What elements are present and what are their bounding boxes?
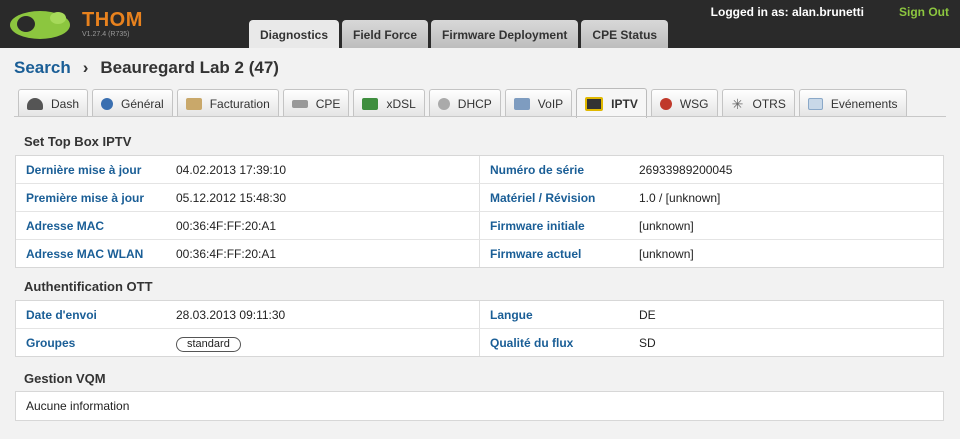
- table-row: Première mise à jour 05.12.2012 15:48:30…: [16, 184, 943, 212]
- subtab-facturation[interactable]: Facturation: [176, 89, 279, 117]
- field-label: Première mise à jour: [26, 191, 145, 205]
- table-row: Adresse MAC 00:36:4F:FF:20:A1 Firmware i…: [16, 212, 943, 240]
- group-badge: standard: [176, 337, 241, 352]
- subtab-label: VoIP: [537, 96, 564, 111]
- vqm-info-box: Aucune information: [15, 391, 944, 421]
- section-title-vqm: Gestion VQM: [24, 371, 106, 386]
- field-value: 26933989200045: [639, 163, 733, 177]
- field-value: [unknown]: [639, 247, 694, 261]
- table-row: Dernière mise à jour 04.02.2013 17:39:10…: [16, 156, 943, 184]
- main-tabs: Diagnostics Field Force Firmware Deploym…: [249, 20, 669, 48]
- subtab-general[interactable]: Général: [92, 89, 173, 117]
- column-divider: [479, 329, 480, 356]
- field-value: 04.02.2013 17:39:10: [176, 163, 287, 177]
- breadcrumb-search-link[interactable]: Search: [14, 58, 71, 77]
- subtab-label: Dash: [51, 96, 80, 111]
- sub-tabs: Dash Général Facturation CPE xDSL DHCP V…: [18, 88, 907, 118]
- sign-out-link[interactable]: Sign Out: [899, 5, 949, 19]
- field-label: Matériel / Révision: [490, 191, 596, 205]
- subtab-label: DHCP: [457, 96, 492, 111]
- breadcrumb-separator: ›: [82, 58, 89, 77]
- chip-icon: [362, 97, 379, 110]
- field-value: SD: [639, 336, 656, 350]
- column-divider: [479, 212, 480, 239]
- field-label: Dernière mise à jour: [26, 163, 142, 177]
- subtab-dash[interactable]: Dash: [18, 89, 89, 117]
- column-divider: [479, 301, 480, 328]
- subtab-iptv[interactable]: IPTV: [576, 88, 647, 118]
- table-row: Groupes standard Qualité du flux SD: [16, 329, 943, 356]
- logged-in-user: Logged in as: alan.brunetti: [710, 5, 864, 19]
- subtab-label: Général: [121, 96, 164, 111]
- subtab-label: IPTV: [611, 96, 638, 111]
- tab-firmware-deployment[interactable]: Firmware Deployment: [431, 20, 579, 48]
- group-badge-wrap: standard: [176, 336, 241, 352]
- globe-icon: [659, 97, 672, 110]
- breadcrumb: Search › Beauregard Lab 2 (47): [14, 58, 279, 78]
- breadcrumb-current: Beauregard Lab 2 (47): [100, 58, 279, 77]
- field-value: [unknown]: [639, 219, 694, 233]
- field-label: Firmware actuel: [490, 247, 582, 261]
- field-value: 00:36:4F:FF:20:A1: [176, 247, 277, 261]
- gear-icon: [437, 97, 450, 110]
- vqm-empty-text: Aucune information: [26, 399, 130, 413]
- field-label: Date d'envoi: [26, 308, 97, 322]
- tab-cpe-status[interactable]: CPE Status: [581, 20, 669, 48]
- field-value: 1.0 / [unknown]: [639, 191, 721, 205]
- field-value: DE: [639, 308, 656, 322]
- thom-logo-icon: [10, 11, 70, 39]
- star-icon: ✳: [731, 95, 744, 112]
- subtab-label: CPE: [315, 96, 341, 111]
- field-label: Firmware initiale: [490, 219, 585, 233]
- column-divider: [479, 184, 480, 211]
- section-title-stb: Set Top Box IPTV: [24, 134, 132, 149]
- subtab-wsg[interactable]: WSG: [650, 89, 718, 117]
- subtab-label: Facturation: [209, 96, 270, 111]
- column-divider: [479, 240, 480, 267]
- subtab-dhcp[interactable]: DHCP: [428, 89, 501, 117]
- field-label: Groupes: [26, 336, 76, 350]
- tab-field-force[interactable]: Field Force: [342, 20, 429, 48]
- field-label: Adresse MAC: [26, 219, 105, 233]
- invoice-icon: [185, 97, 202, 110]
- app-title: THOM: [82, 9, 143, 31]
- field-label: Langue: [490, 308, 533, 322]
- app-version: V1.27.4 (R735): [82, 31, 130, 38]
- table-row: Adresse MAC WLAN 00:36:4F:FF:20:A1 Firmw…: [16, 240, 943, 267]
- user-icon: [101, 97, 114, 110]
- column-divider: [479, 156, 480, 183]
- tab-diagnostics[interactable]: Diagnostics: [249, 20, 340, 48]
- subtab-label: xDSL: [386, 96, 416, 111]
- field-value: 28.03.2013 09:11:30: [176, 308, 286, 322]
- stb-info-table: Dernière mise à jour 04.02.2013 17:39:10…: [15, 155, 944, 268]
- phone-icon: [513, 97, 530, 110]
- tv-icon: [585, 96, 604, 111]
- tab-divider: [14, 116, 946, 117]
- subtab-label: WSG: [679, 96, 709, 111]
- field-label: Adresse MAC WLAN: [26, 247, 144, 261]
- subtab-voip[interactable]: VoIP: [504, 89, 573, 117]
- field-label: Numéro de série: [490, 163, 585, 177]
- subtab-evenements[interactable]: Evénements: [798, 89, 907, 117]
- section-title-ott: Authentification OTT: [24, 279, 153, 294]
- ott-info-table: Date d'envoi 28.03.2013 09:11:30 Langue …: [15, 300, 944, 357]
- field-value: 05.12.2012 15:48:30: [176, 191, 287, 205]
- modem-icon: [291, 99, 308, 108]
- table-row: Date d'envoi 28.03.2013 09:11:30 Langue …: [16, 301, 943, 329]
- field-label: Qualité du flux: [490, 336, 574, 350]
- field-value: 00:36:4F:FF:20:A1: [176, 219, 277, 233]
- top-bar: THOM V1.27.4 (R735) Logged in as: alan.b…: [0, 0, 960, 48]
- mail-icon: [807, 97, 823, 110]
- subtab-label: Evénements: [830, 96, 898, 111]
- subtab-label: OTRS: [752, 96, 786, 111]
- gauge-icon: [27, 97, 43, 110]
- subtab-xdsl[interactable]: xDSL: [353, 89, 425, 117]
- subtab-cpe[interactable]: CPE: [282, 89, 350, 117]
- subtab-otrs[interactable]: ✳ OTRS: [721, 89, 795, 117]
